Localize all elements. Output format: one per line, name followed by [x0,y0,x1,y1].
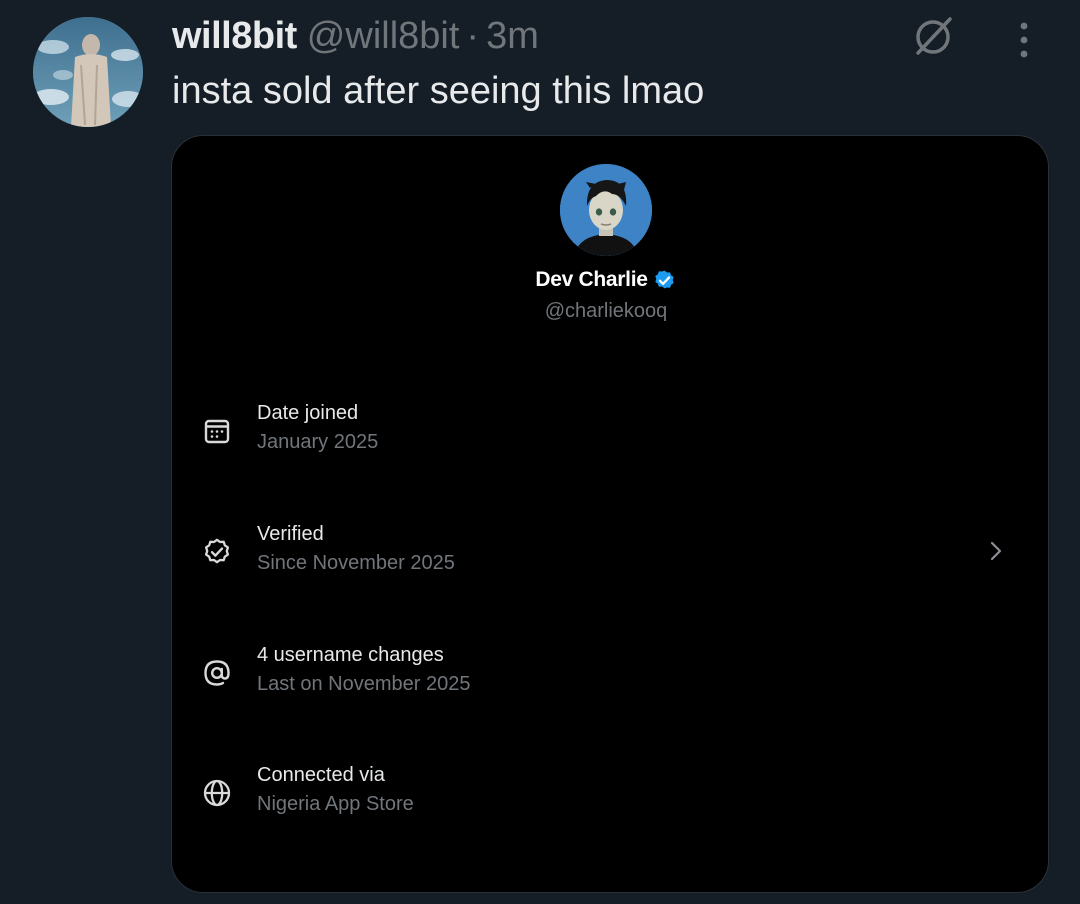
author-handle[interactable]: @will8bit [307,14,460,58]
post-text: insta sold after seeing this lmao [172,70,705,112]
info-subtitle: January 2025 [257,431,379,453]
author-avatar[interactable] [33,17,143,127]
globe-icon [202,778,232,808]
calendar-icon [202,416,232,446]
info-subtitle: Nigeria App Store [257,793,414,815]
info-title: Connected via [257,764,385,786]
info-row-connected-via: Connected via Nigeria App Store [172,762,1040,832]
header-separator: · [466,15,480,57]
info-title: 4 username changes [257,644,444,666]
at-sign-icon [202,658,232,688]
info-subtitle: Since November 2025 [257,552,455,574]
author-name[interactable]: will8bit [172,14,297,58]
verified-outline-icon [202,537,232,567]
post-timestamp[interactable]: 3m [486,14,539,58]
profile-name: Dev Charlie [535,267,648,291]
profile-avatar [560,164,652,256]
more-vertical-icon[interactable] [1004,18,1044,58]
avatar-image [33,17,143,127]
attached-image[interactable]: Dev Charlie @charliekooq Date joined Jan… [171,135,1049,893]
chevron-right-icon [987,538,1007,564]
grok-slash-circle-icon[interactable] [910,12,958,60]
info-subtitle: Last on November 2025 [257,673,471,695]
profile-name-row: Dev Charlie [172,267,1040,292]
post-header: will8bit @will8bit · 3m [172,14,539,58]
verified-badge-icon [652,267,677,292]
info-title: Verified [257,523,324,545]
info-row-verified[interactable]: Verified Since November 2025 [172,521,1040,591]
info-row-date-joined: Date joined January 2025 [172,400,1040,470]
info-title: Date joined [257,402,359,424]
info-row-username-changes: 4 username changes Last on November 2025 [172,642,1040,712]
profile-handle: @charliekooq [544,300,668,322]
